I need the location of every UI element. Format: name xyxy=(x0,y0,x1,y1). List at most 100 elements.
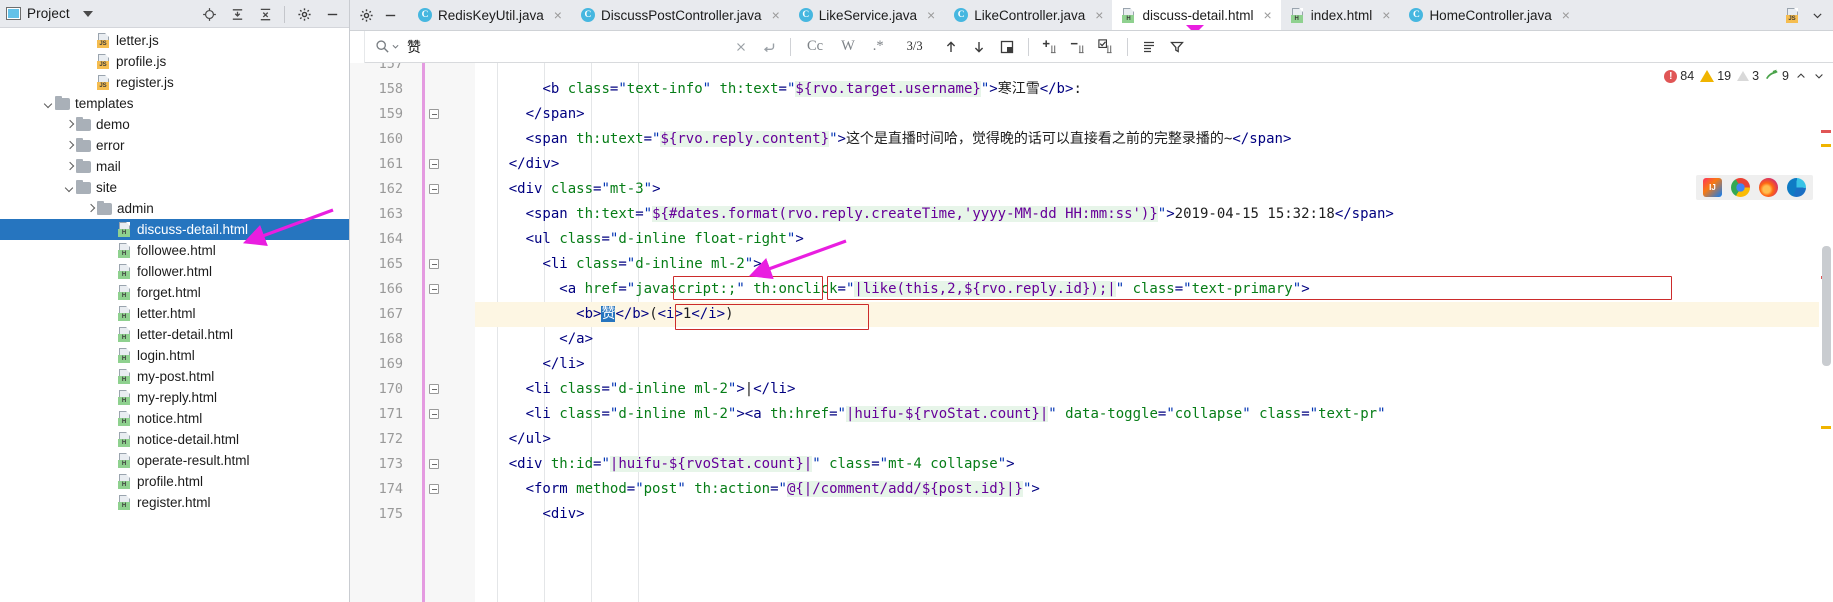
tree-item[interactable]: Hfollower.html xyxy=(0,261,349,282)
scrollbar-thumb[interactable] xyxy=(1822,246,1831,366)
select-all-icon[interactable] xyxy=(993,33,1021,61)
intellij-preview-icon[interactable] xyxy=(1703,178,1722,197)
code-line[interactable]: <span th:text="${#dates.format(rvo.reply… xyxy=(526,202,1394,227)
chevron-down-icon[interactable] xyxy=(42,97,55,110)
reset-icon[interactable] xyxy=(755,33,783,61)
tree-item[interactable]: Hoperate-result.html xyxy=(0,450,349,471)
add-selection-icon[interactable] xyxy=(1036,33,1064,61)
tree-item[interactable]: Hnotice.html xyxy=(0,408,349,429)
fold-marker-icon[interactable] xyxy=(428,383,441,396)
close-icon[interactable]: × xyxy=(1095,8,1103,22)
browser-preview-bar[interactable] xyxy=(1696,175,1813,200)
editor-vertical-scrollbar[interactable] xyxy=(1819,126,1833,602)
settings-gear-icon[interactable] xyxy=(291,2,317,26)
match-case-toggle[interactable]: Cc xyxy=(798,38,832,55)
fold-marker-icon[interactable] xyxy=(428,408,441,421)
chevron-right-icon[interactable] xyxy=(63,160,76,173)
minimize-icon[interactable] xyxy=(378,3,402,27)
editor-tab[interactable]: C LikeService.java × xyxy=(789,0,944,30)
project-file-tree[interactable]: JS letter.js JS profile.js JS register.js temp… xyxy=(0,28,349,602)
chevron-down-icon[interactable] xyxy=(82,10,93,17)
fold-marker-icon[interactable] xyxy=(428,483,441,496)
code-line[interactable]: </li> xyxy=(542,352,584,377)
fold-marker-icon[interactable] xyxy=(428,108,441,121)
code-line[interactable]: <ul class="d-inline float-right"> xyxy=(526,227,804,252)
expand-all-icon[interactable] xyxy=(224,2,250,26)
tree-item[interactable]: Hlogin.html xyxy=(0,345,349,366)
tree-item[interactable]: Hregister.html xyxy=(0,492,349,513)
editor-tab[interactable]: C LikeController.java × xyxy=(944,0,1112,30)
code-line[interactable]: <a href="javascript:;" th:onclick="|like… xyxy=(559,277,1310,302)
tree-item[interactable]: Hmy-reply.html xyxy=(0,387,349,408)
chevron-up-icon[interactable] xyxy=(1795,70,1807,82)
filter-icon[interactable] xyxy=(1163,33,1191,61)
code-line[interactable]: <li class="d-inline ml-2"><a th:href="|h… xyxy=(526,402,1386,427)
tree-item[interactable]: Hnotice-detail.html xyxy=(0,429,349,450)
fold-marker-icon[interactable] xyxy=(428,158,441,171)
scrollbar-error-stripe[interactable] xyxy=(1821,130,1831,133)
tree-item[interactable]: JS letter.js xyxy=(0,30,349,51)
warning-count[interactable]: 19 xyxy=(1700,69,1731,83)
editor-tab[interactable]: C HomeController.java × xyxy=(1399,0,1579,30)
settings-gear-icon[interactable] xyxy=(354,3,378,27)
code-line[interactable]: </a> xyxy=(559,327,593,352)
code-line[interactable]: </ul> xyxy=(509,427,551,452)
scrollbar-warning-stripe-2[interactable] xyxy=(1821,426,1831,429)
code-line[interactable]: <div class="mt-3"> xyxy=(509,177,661,202)
weak-warning-count[interactable]: 3 xyxy=(1737,69,1759,83)
arrow-up-icon[interactable] xyxy=(937,33,965,61)
tree-item[interactable]: Hmy-post.html xyxy=(0,366,349,387)
js-file-icon[interactable]: JS xyxy=(1781,3,1805,27)
tree-item[interactable]: error xyxy=(0,135,349,156)
chevron-right-icon[interactable] xyxy=(63,118,76,131)
code-line[interactable]: <b>赞</b>(<i>1</i>) xyxy=(576,302,734,327)
tree-item[interactable]: demo xyxy=(0,114,349,135)
close-icon[interactable]: × xyxy=(554,8,562,22)
tree-item[interactable]: JS profile.js xyxy=(0,51,349,72)
editor-gutter[interactable]: 157 158 159 160 161 162 163 164 165 166 167 168 169 1… xyxy=(350,63,475,602)
chevron-right-icon[interactable] xyxy=(84,202,97,215)
chevron-down-icon[interactable] xyxy=(1813,70,1825,82)
editor-tab[interactable]: C RedisKeyUtil.java × xyxy=(408,0,571,30)
code-line[interactable]: <span th:utext="${rvo.reply.content}">这个… xyxy=(526,127,1291,152)
tree-item[interactable]: Hletter-detail.html xyxy=(0,324,349,345)
fold-marker-icon[interactable] xyxy=(428,183,441,196)
close-icon[interactable]: × xyxy=(927,8,935,22)
inspection-widget[interactable]: ! 84 19 3 9 xyxy=(1664,69,1825,83)
chevron-right-icon[interactable] xyxy=(63,139,76,152)
tree-item[interactable]: Hforget.html xyxy=(0,282,349,303)
code-line[interactable]: </span> xyxy=(526,102,585,127)
code-line[interactable]: <b class="text-info" th:text="${rvo.targ… xyxy=(542,77,1082,102)
close-icon[interactable]: × xyxy=(1382,8,1390,22)
regex-toggle[interactable]: .* xyxy=(864,38,893,55)
code-line[interactable]: <div th:id="|huifu-${rvoStat.count}|" cl… xyxy=(509,452,1015,477)
search-input[interactable]: 赞 xyxy=(407,37,727,57)
tree-item[interactable]: mail xyxy=(0,156,349,177)
code-lines[interactable]: <b class="text-info" th:text="${rvo.targ… xyxy=(475,63,1833,602)
scrollbar-warning-stripe[interactable] xyxy=(1821,144,1831,147)
fold-marker-icon[interactable] xyxy=(428,258,441,271)
close-icon[interactable]: × xyxy=(1264,8,1272,22)
code-line[interactable]: <div> xyxy=(542,502,584,527)
locate-icon[interactable] xyxy=(196,2,222,26)
code-line[interactable]: <li class="d-inline ml-2">|</li> xyxy=(526,377,796,402)
collapse-all-icon[interactable] xyxy=(252,2,278,26)
tree-item[interactable]: Hletter.html xyxy=(0,303,349,324)
code-line[interactable]: <form method="post" th:action="@{|/comme… xyxy=(526,477,1040,502)
tree-item[interactable]: JS register.js xyxy=(0,72,349,93)
typo-count[interactable]: 9 xyxy=(1765,69,1789,83)
error-count[interactable]: ! 84 xyxy=(1664,69,1694,83)
tree-item[interactable]: admin xyxy=(0,198,349,219)
chevron-down-icon[interactable] xyxy=(63,181,76,194)
code-line[interactable]: <li class="d-inline ml-2"> xyxy=(542,252,761,277)
search-icon[interactable] xyxy=(375,39,399,54)
code-editor[interactable]: 157 158 159 160 161 162 163 164 165 166 167 168 169 1… xyxy=(350,63,1833,602)
tree-item[interactable]: site xyxy=(0,177,349,198)
firefox-icon[interactable] xyxy=(1759,178,1778,197)
close-icon[interactable]: × xyxy=(772,8,780,22)
editor-tab[interactable]: Hindex.html × xyxy=(1281,0,1400,30)
hide-panel-icon[interactable] xyxy=(319,2,345,26)
tree-item[interactable]: templates xyxy=(0,93,349,114)
code-line[interactable]: </div> xyxy=(509,152,560,177)
edge-icon[interactable] xyxy=(1787,178,1806,197)
